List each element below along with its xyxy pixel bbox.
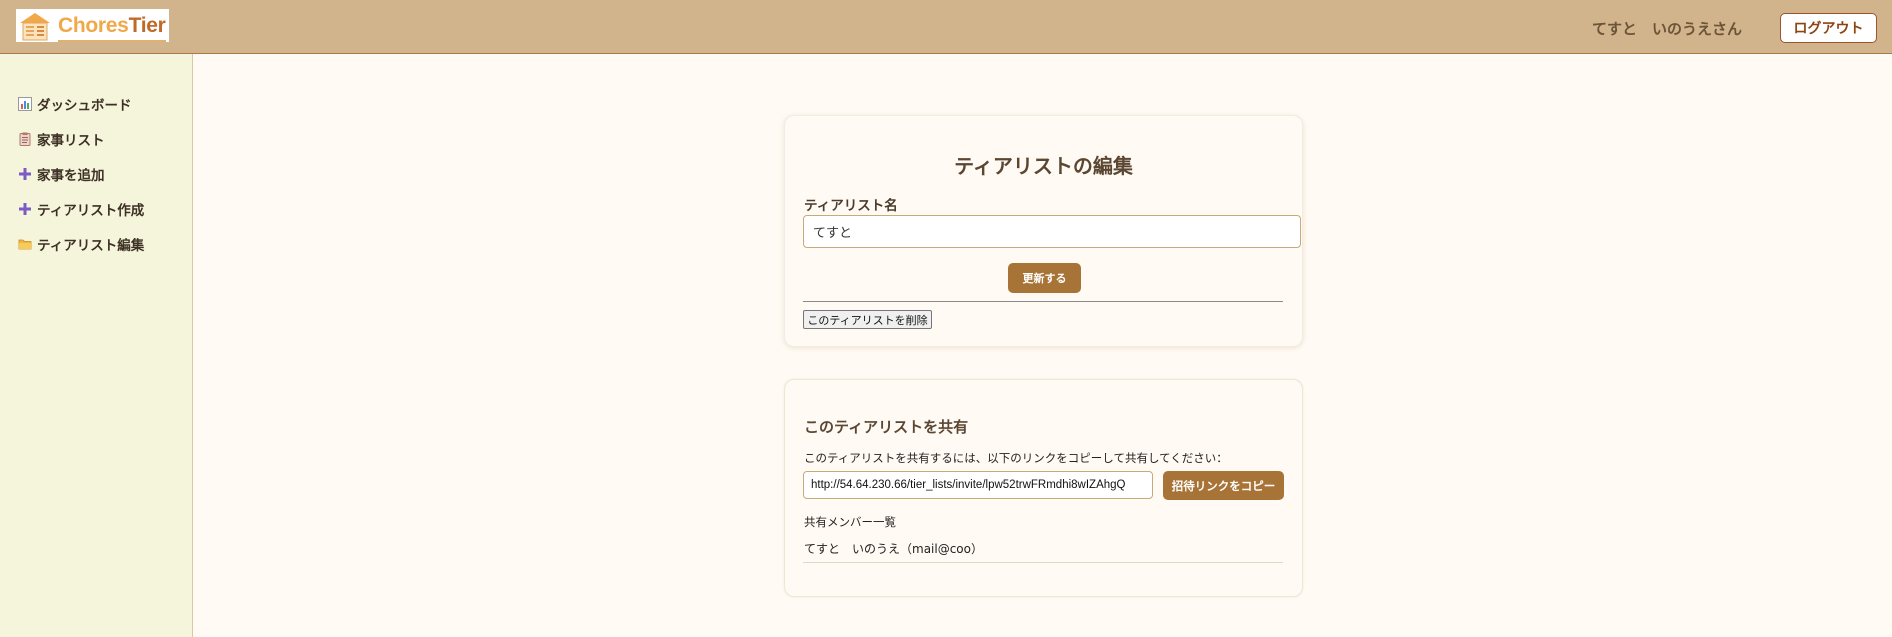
app-logo[interactable]: ChoresTier xyxy=(16,9,169,42)
tier-list-share-card: このティアリストを共有 このティアリストを共有するには、以下のリンクをコピーして… xyxy=(784,379,1303,597)
members-list-label: 共有メンバー一覧 xyxy=(804,515,896,529)
invite-link-input[interactable] xyxy=(803,471,1153,499)
logo-underline xyxy=(58,39,166,42)
folder-icon xyxy=(18,237,32,251)
divider xyxy=(803,301,1283,302)
share-section-title: このティアリストを共有 xyxy=(804,418,969,436)
sidebar-item-label: ティアリスト編集 xyxy=(37,238,145,254)
page-title: ティアリストの編集 xyxy=(954,154,1133,178)
sidebar-item-edit-tier-list[interactable]: ティアリスト編集 xyxy=(18,233,144,255)
app-header: ChoresTier てすと いのうえさん ログアウト xyxy=(0,0,1892,54)
house-icon xyxy=(20,12,50,40)
copy-invite-link-button[interactable]: 招待リンクをコピー xyxy=(1163,471,1284,500)
update-button[interactable]: 更新する xyxy=(1008,263,1081,293)
sidebar-item-dashboard[interactable]: ダッシュボード xyxy=(18,93,132,115)
sidebar-item-label: 家事を追加 xyxy=(37,168,105,184)
plus-icon xyxy=(18,167,32,181)
sidebar-item-label: 家事リスト xyxy=(37,133,105,149)
tier-list-name-label: ティアリスト名 xyxy=(804,198,898,214)
sidebar-item-create-tier-list[interactable]: ティアリスト作成 xyxy=(18,198,144,220)
clipboard-icon xyxy=(18,132,32,146)
bar-chart-icon xyxy=(18,97,32,111)
sidebar: ダッシュボード 家事リスト 家事を追加 ティアリスト作成 ティアリスト編集 xyxy=(0,54,193,637)
user-name: てすと いのうえさん xyxy=(1592,20,1743,38)
tier-list-edit-card: ティアリストの編集 ティアリスト名 更新する このティアリストを削除 xyxy=(784,115,1303,347)
logo-text-chores: Chores xyxy=(58,13,129,37)
sidebar-item-label: ティアリスト作成 xyxy=(37,203,145,219)
logout-button[interactable]: ログアウト xyxy=(1780,13,1877,43)
sidebar-item-label: ダッシュボード xyxy=(37,98,132,114)
sidebar-item-add-chore[interactable]: 家事を追加 xyxy=(18,163,105,185)
plus-icon xyxy=(18,202,32,216)
tier-list-name-input[interactable] xyxy=(803,215,1301,248)
logo-text-tier: Tier xyxy=(128,13,166,37)
delete-tier-list-button[interactable]: このティアリストを削除 xyxy=(803,310,932,329)
share-description: このティアリストを共有するには、以下のリンクをコピーして共有してください： xyxy=(804,451,1228,465)
logo-text: ChoresTier xyxy=(58,13,166,42)
sidebar-item-chores-list[interactable]: 家事リスト xyxy=(18,128,105,150)
list-item: てすと いのうえ（mail@coo） xyxy=(803,535,1283,563)
